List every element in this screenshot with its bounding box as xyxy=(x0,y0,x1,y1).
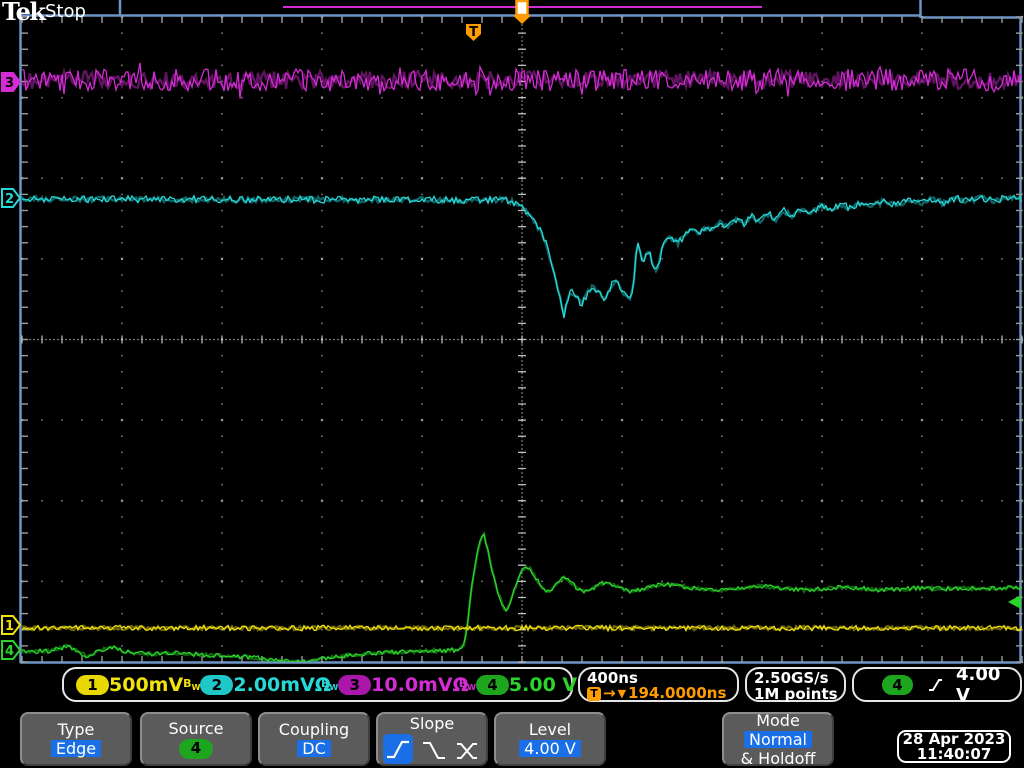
ch3-scale: 10.0mVΩ xyxy=(371,673,469,696)
datetime-display: 28 Apr 2023 11:40:07 xyxy=(897,730,1011,763)
ch4-scale: 5.00 V xyxy=(508,673,578,696)
level-value: 4.00 V xyxy=(519,740,581,757)
ch1-scale: 500mV xyxy=(109,673,184,696)
ch3-badge: 3 xyxy=(338,674,372,695)
trigger-position-marker[interactable] xyxy=(513,0,531,24)
svg-text:3: 3 xyxy=(5,76,14,91)
ch2-badge: 2 xyxy=(200,674,234,695)
ch2-position-marker[interactable]: 2 xyxy=(1,188,22,208)
acquisition-status: Stop xyxy=(45,1,86,22)
ch3-position-marker[interactable]: 3 xyxy=(1,72,22,92)
trigger-level-arrow[interactable] xyxy=(1008,595,1021,609)
svg-text:T: T xyxy=(469,25,478,40)
svg-text:2: 2 xyxy=(5,192,14,207)
trigger-level-value: 4.00 V xyxy=(956,663,1001,706)
menu-label: Coupling xyxy=(278,720,350,739)
tek-logo: Tek xyxy=(2,0,46,26)
ch4-badge: 4 xyxy=(475,674,509,695)
triangle-down-icon: ▼ xyxy=(617,687,627,700)
trigger-position-readout: T → ▼ 194.0000ns xyxy=(587,686,737,701)
rising-edge-icon xyxy=(929,678,943,691)
trigger-position-value: 194.0000ns xyxy=(628,684,727,702)
svg-text:4: 4 xyxy=(5,644,14,659)
oscilloscope-screen: 1 2 3 4 T Tek Stop 1 500mV BW 2 2.00mVΩ BW 3… xyxy=(0,0,1024,768)
trigger-t-flag[interactable]: T xyxy=(466,24,481,41)
ch2-scale: 2.00mVΩ xyxy=(233,673,331,696)
ch4-position-marker[interactable]: 4 xyxy=(1,640,22,660)
menu-button-slope[interactable]: Slope xyxy=(376,712,488,766)
source-channel-badge: 4 xyxy=(179,738,213,759)
sample-rate: 2.50GS/s xyxy=(754,669,829,687)
mode-value2: & Holdoff xyxy=(740,748,816,768)
time: 11:40:07 xyxy=(916,744,992,763)
record-length: 1M points xyxy=(754,685,838,703)
trigger-t-icon: T xyxy=(587,686,601,701)
acquisition-readout: 2.50GS/s 1M points xyxy=(745,667,846,702)
slope-rising-icon[interactable] xyxy=(383,733,413,764)
menu-label: Slope xyxy=(409,713,455,733)
menu-button-mode[interactable]: Mode Normal & Holdoff xyxy=(722,710,834,768)
channel-readout-bar: 1 500mV BW 2 2.00mVΩ BW 3 10.0mVΩ BW 4 5… xyxy=(62,667,594,702)
timebase-readout: 400ns T → ▼ 194.0000ns xyxy=(578,667,739,702)
menu-label: Type xyxy=(57,720,95,739)
menu-label: Source xyxy=(168,718,224,738)
menu-label: Mode xyxy=(756,710,800,730)
ch1-badge: 1 xyxy=(76,674,109,695)
menu-button-coupling[interactable]: Coupling DC xyxy=(258,712,370,766)
slope-either-icon[interactable] xyxy=(455,736,481,764)
ch2-bandwidth-icon: BW xyxy=(320,676,339,693)
slope-falling-icon[interactable] xyxy=(420,736,448,764)
arrow-icon: → xyxy=(603,684,616,702)
trigger-source-badge: 4 xyxy=(882,674,913,695)
trigger-readout: 4 4.00 V xyxy=(852,664,1022,706)
coupling-value: DC xyxy=(297,740,331,757)
ch1-position-marker[interactable]: 1 xyxy=(1,615,22,635)
svg-text:1: 1 xyxy=(5,619,14,634)
ch3-bandwidth-icon: BW xyxy=(458,676,476,693)
graticule-canvas: 1 2 3 4 T xyxy=(1,0,1024,664)
mode-value: Normal xyxy=(744,730,812,748)
menu-button-level[interactable]: Level 4.00 V xyxy=(494,712,606,766)
ch1-bandwidth-icon: BW xyxy=(183,676,201,693)
type-value: Edge xyxy=(50,740,102,757)
menu-label: Level xyxy=(528,720,572,739)
menu-button-type[interactable]: Type Edge xyxy=(20,712,132,766)
menu-button-source[interactable]: Source 4 xyxy=(140,712,252,766)
